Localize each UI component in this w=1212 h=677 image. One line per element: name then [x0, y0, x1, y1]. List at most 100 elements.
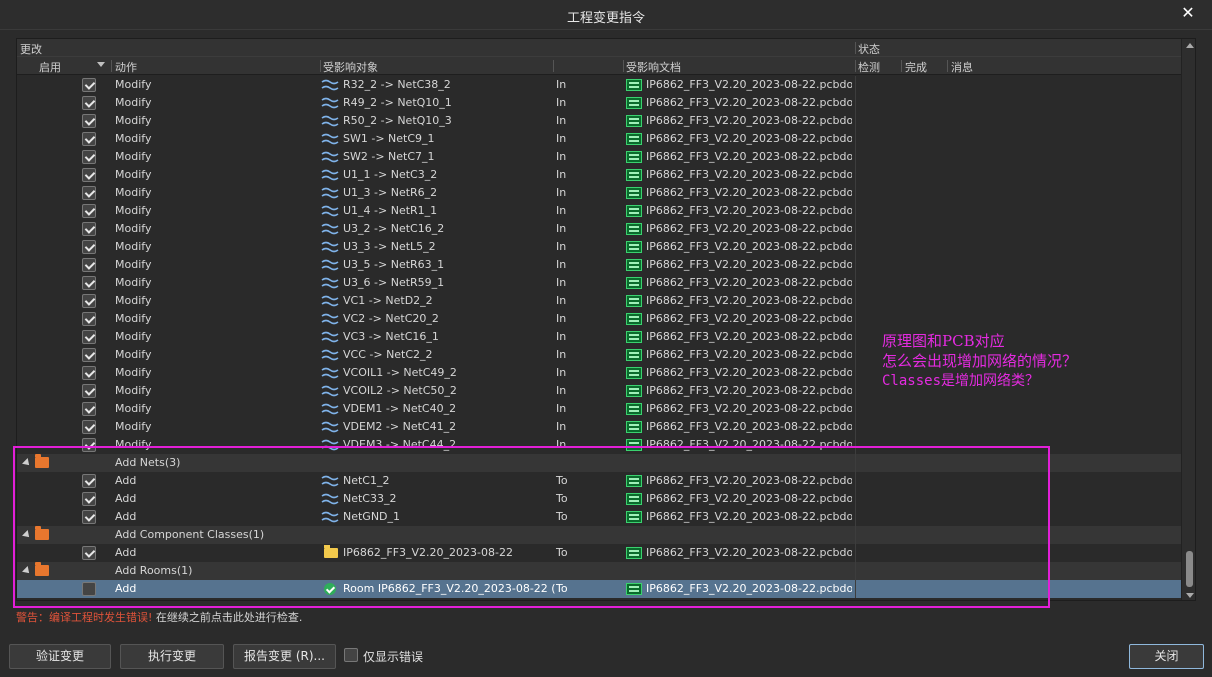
table-row[interactable]: Modify R32_2 -> NetC38_2 In IP6862_FF3_V2.2…: [17, 76, 1181, 94]
affected-document-cell: IP6862_FF3_V2.20_2023-08-22.pcbdoc: [646, 240, 852, 253]
direction-cell: In: [556, 96, 567, 109]
close-button[interactable]: 关闭: [1129, 644, 1204, 669]
direction-cell: In: [556, 330, 567, 343]
table-row[interactable]: Modify VC2 -> NetC20_2 In IP6862_FF3_V2.20_…: [17, 310, 1181, 328]
col-message[interactable]: 消息: [951, 59, 973, 75]
scroll-up-icon[interactable]: [1186, 43, 1194, 48]
validate-changes-button[interactable]: 验证变更: [9, 644, 111, 669]
table-row[interactable]: Modify VC1 -> NetD2_2 In IP6862_FF3_V2.20_2…: [17, 292, 1181, 310]
col-check[interactable]: 检测: [858, 59, 880, 75]
affected-object-cell: U1_4 -> NetR1_1: [343, 204, 438, 217]
table-row[interactable]: Modify U3_5 -> NetR63_1 In IP6862_FF3_V2.20…: [17, 256, 1181, 274]
header-separator: [320, 60, 321, 72]
vertical-scrollbar[interactable]: [1181, 39, 1195, 600]
col-enable[interactable]: 启用: [39, 59, 61, 75]
affected-document-cell: IP6862_FF3_V2.20_2023-08-22.pcbdoc: [646, 402, 852, 415]
report-changes-button[interactable]: 报告变更 (R)...: [233, 644, 336, 669]
warning-message[interactable]: 警告：编译工程时发生错误! 在继续之前点击此处进行检查.: [16, 609, 302, 625]
enable-checkbox[interactable]: [82, 330, 96, 344]
net-icon: [321, 151, 339, 163]
header-separator: [947, 60, 948, 72]
enable-checkbox[interactable]: [82, 312, 96, 326]
affected-document-cell: IP6862_FF3_V2.20_2023-08-22.pcbdoc: [646, 186, 852, 199]
affected-document-cell: IP6862_FF3_V2.20_2023-08-22.pcbdoc: [646, 150, 852, 163]
table-row[interactable]: Modify U1_4 -> NetR1_1 In IP6862_FF3_V2.20_…: [17, 202, 1181, 220]
action-cell: Modify: [115, 420, 152, 433]
col-done[interactable]: 完成: [905, 59, 927, 75]
enable-checkbox[interactable]: [82, 384, 96, 398]
pcb-document-icon: [626, 295, 642, 307]
affected-document-cell: IP6862_FF3_V2.20_2023-08-22.pcbdoc: [646, 312, 852, 325]
column-divider: [855, 256, 856, 274]
enable-checkbox[interactable]: [82, 150, 96, 164]
enable-checkbox[interactable]: [82, 366, 96, 380]
affected-object-cell: VC1 -> NetD2_2: [343, 294, 433, 307]
affected-object-cell: R32_2 -> NetC38_2: [343, 78, 451, 91]
column-divider: [855, 184, 856, 202]
table-row[interactable]: Modify U3_6 -> NetR59_1 In IP6862_FF3_V2.20…: [17, 274, 1181, 292]
close-icon[interactable]: ✕: [1178, 3, 1198, 23]
affected-object-cell: VC3 -> NetC16_1: [343, 330, 439, 343]
enable-checkbox[interactable]: [82, 168, 96, 182]
net-icon: [321, 223, 339, 235]
net-icon: [321, 295, 339, 307]
affected-document-cell: IP6862_FF3_V2.20_2023-08-22.pcbdoc: [646, 114, 852, 127]
enable-checkbox[interactable]: [82, 204, 96, 218]
execute-changes-button[interactable]: 执行变更: [120, 644, 224, 669]
net-icon: [321, 259, 339, 271]
col-action[interactable]: 动作: [115, 59, 137, 75]
enable-checkbox[interactable]: [82, 132, 96, 146]
affected-object-cell: U3_5 -> NetR63_1: [343, 258, 445, 271]
enable-checkbox[interactable]: [82, 114, 96, 128]
enable-checkbox[interactable]: [82, 240, 96, 254]
enable-checkbox[interactable]: [82, 348, 96, 362]
enable-checkbox[interactable]: [82, 402, 96, 416]
only-errors-checkbox[interactable]: [344, 648, 358, 662]
col-affected-doc[interactable]: 受影响文档: [626, 59, 681, 75]
table-row[interactable]: Modify R50_2 -> NetQ10_3 In IP6862_FF3_V2.2…: [17, 112, 1181, 130]
enable-checkbox[interactable]: [82, 96, 96, 110]
enable-checkbox[interactable]: [82, 276, 96, 290]
column-divider: [855, 166, 856, 184]
column-divider: [855, 148, 856, 166]
table-row[interactable]: Modify U3_3 -> NetL5_2 In IP6862_FF3_V2.20_…: [17, 238, 1181, 256]
table-row[interactable]: Modify U3_2 -> NetC16_2 In IP6862_FF3_V2.20…: [17, 220, 1181, 238]
col-affected-object[interactable]: 受影响对象: [323, 59, 378, 75]
sort-down-icon[interactable]: [97, 62, 105, 67]
table-row[interactable]: Modify R49_2 -> NetQ10_1 In IP6862_FF3_V2.2…: [17, 94, 1181, 112]
column-header: 启用 动作 受影响对象 受影响文档 检测 完成 消息: [17, 57, 1181, 75]
table-row[interactable]: Modify VDEM1 -> NetC40_2 In IP6862_FF3_V2.2…: [17, 400, 1181, 418]
affected-document-cell: IP6862_FF3_V2.20_2023-08-22.pcbdoc: [646, 96, 852, 109]
pcb-document-icon: [626, 403, 642, 415]
enable-checkbox[interactable]: [82, 222, 96, 236]
net-icon: [321, 97, 339, 109]
column-divider: [855, 220, 856, 238]
warning-link-text[interactable]: 在继续之前点击此处进行检查.: [156, 611, 303, 624]
table-row[interactable]: Modify SW1 -> NetC9_1 In IP6862_FF3_V2.20_2…: [17, 130, 1181, 148]
table-row[interactable]: Modify SW2 -> NetC7_1 In IP6862_FF3_V2.20_2…: [17, 148, 1181, 166]
action-cell: Modify: [115, 168, 152, 181]
enable-checkbox[interactable]: [82, 294, 96, 308]
scroll-thumb[interactable]: [1186, 551, 1193, 587]
enable-checkbox[interactable]: [82, 258, 96, 272]
scroll-down-icon[interactable]: [1186, 593, 1194, 598]
table-row[interactable]: Modify VDEM2 -> NetC41_2 In IP6862_FF3_V2.2…: [17, 418, 1181, 436]
highlight-box: [13, 446, 1050, 608]
direction-cell: In: [556, 312, 567, 325]
enable-checkbox[interactable]: [82, 420, 96, 434]
net-icon: [321, 133, 339, 145]
enable-checkbox[interactable]: [82, 186, 96, 200]
table-row[interactable]: Modify U1_3 -> NetR6_2 In IP6862_FF3_V2.20_…: [17, 184, 1181, 202]
header-separator: [901, 60, 902, 72]
table-row[interactable]: Modify U1_1 -> NetC3_2 In IP6862_FF3_V2.20_…: [17, 166, 1181, 184]
affected-object-cell: VCOIL1 -> NetC49_2: [343, 366, 457, 379]
net-icon: [321, 421, 339, 433]
annotation-line: Classes是增加网络类？: [882, 373, 1040, 389]
affected-document-cell: IP6862_FF3_V2.20_2023-08-22.pcbdoc: [646, 294, 852, 307]
direction-cell: In: [556, 348, 567, 361]
enable-checkbox[interactable]: [82, 78, 96, 92]
affected-document-cell: IP6862_FF3_V2.20_2023-08-22.pcbdoc: [646, 132, 852, 145]
action-cell: Modify: [115, 96, 152, 109]
group-change-header: 更改: [20, 43, 42, 56]
pcb-document-icon: [626, 133, 642, 145]
